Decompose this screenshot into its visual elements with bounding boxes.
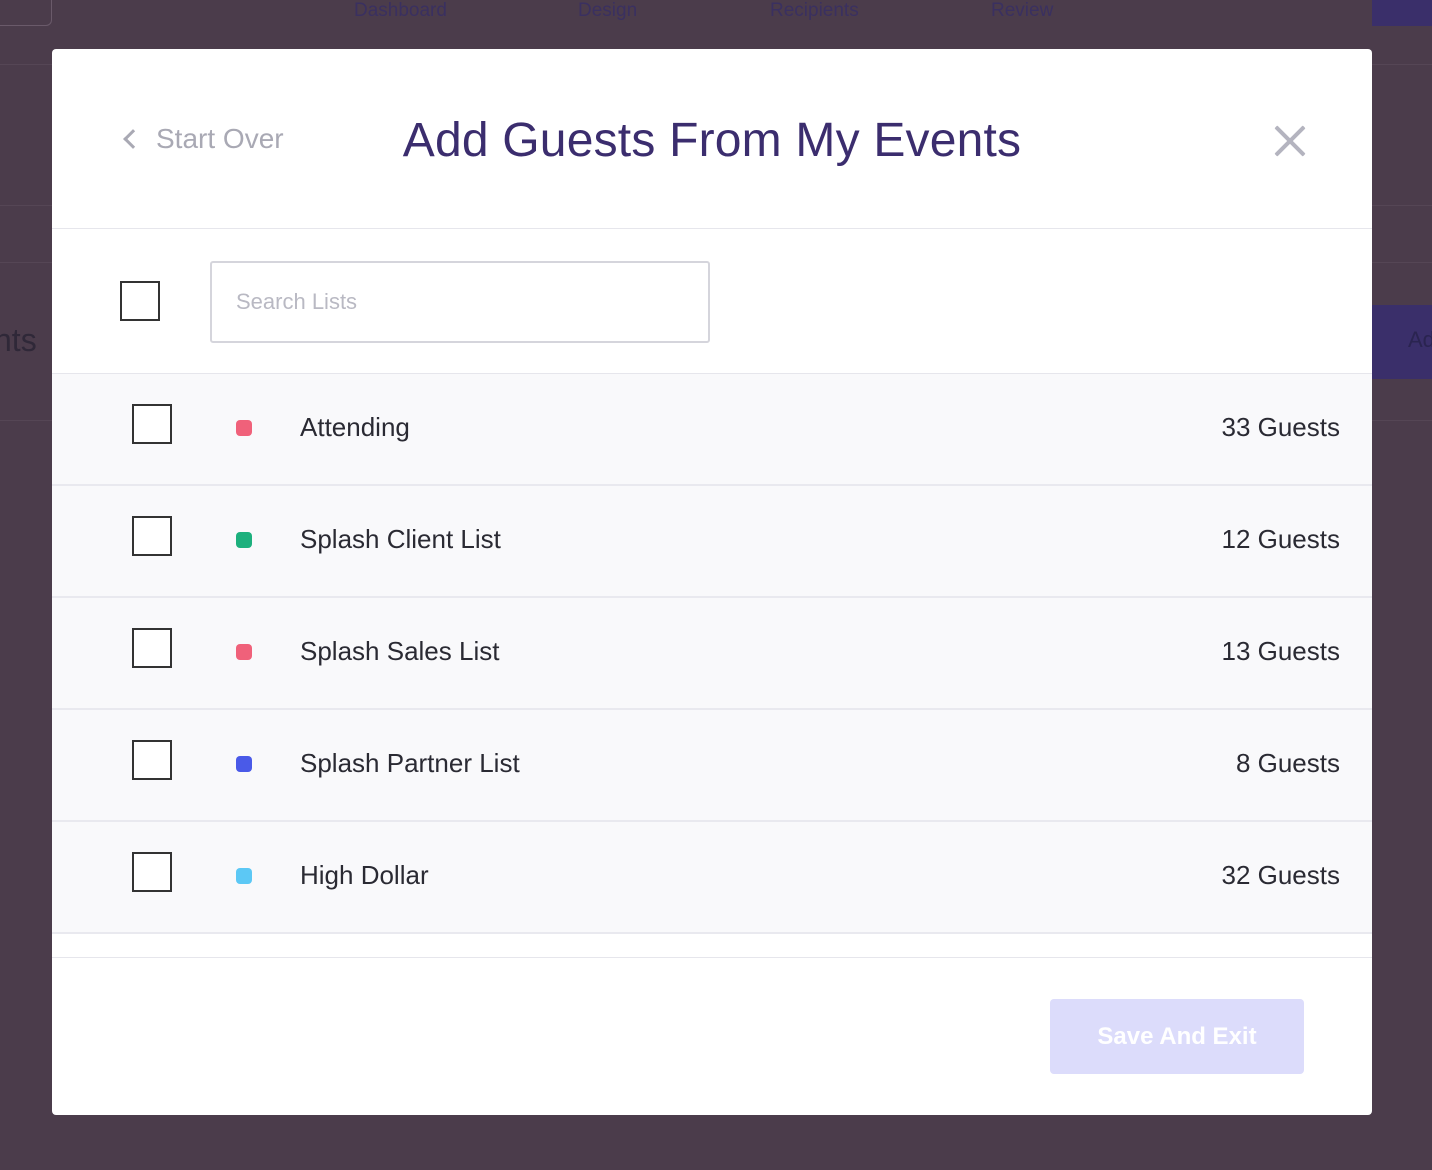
search-input[interactable]: [210, 261, 710, 343]
list-item-name: Splash Sales List: [300, 636, 500, 666]
background-accent: [1372, 0, 1432, 26]
background-step-nav: Dashboard Design Recipients Review: [300, 0, 1160, 24]
list-item-checkbox[interactable]: [132, 404, 172, 444]
add-guests-modal: Start Over Add Guests From My Events Att…: [52, 49, 1372, 1115]
list-item-count: 12 Guests: [1221, 524, 1340, 554]
background-step-recipients: Recipients: [770, 0, 859, 21]
list-item-count: 13 Guests: [1221, 636, 1340, 666]
list-color-dot: [236, 532, 252, 548]
save-and-exit-button[interactable]: Save And Exit: [1050, 999, 1304, 1074]
list-item-checkbox[interactable]: [132, 852, 172, 892]
list-item-checkbox[interactable]: [132, 516, 172, 556]
list-color-dot: [236, 644, 252, 660]
modal-header: Start Over Add Guests From My Events: [52, 49, 1372, 229]
list-item-name: High Dollar: [300, 860, 429, 890]
list-item-checkbox[interactable]: [132, 740, 172, 780]
list-item-count: 8 Guests: [1235, 748, 1340, 778]
background-step-dashboard: Dashboard: [354, 0, 447, 21]
list-item-name: Splash Partner List: [300, 748, 520, 778]
list-item[interactable]: Splash Partner List 8 Guests: [52, 710, 1372, 822]
background-step-design: Design: [578, 0, 638, 21]
list-color-dot: [236, 868, 252, 884]
search-row: [52, 229, 1372, 374]
close-icon[interactable]: [1274, 125, 1306, 157]
list-item-count: 33 Guests: [1221, 412, 1340, 442]
guest-lists: Attending 33 Guests Splash Client List 1…: [52, 374, 1372, 958]
background-step-review: Review: [991, 0, 1054, 21]
list-item[interactable]: High Dollar 32 Guests: [52, 822, 1372, 934]
list-item-checkbox[interactable]: [132, 628, 172, 668]
list-item[interactable]: Splash Client List 12 Guests: [52, 486, 1372, 598]
background-back-button: [0, 0, 52, 26]
list-color-dot: [236, 756, 252, 772]
background-add-button: Ad: [1368, 305, 1432, 379]
list-item[interactable]: Attending 33 Guests: [52, 374, 1372, 486]
list-item-name: Splash Client List: [300, 524, 501, 554]
list-item-name: Attending: [300, 412, 410, 442]
list-color-dot: [236, 420, 252, 436]
list-item-partial: [52, 934, 1372, 958]
list-item-count: 32 Guests: [1221, 860, 1340, 890]
modal-title: Add Guests From My Events: [402, 114, 1022, 167]
list-item[interactable]: Splash Sales List 13 Guests: [52, 598, 1372, 710]
background-heading-fragment: nts: [0, 322, 37, 358]
select-all-checkbox[interactable]: [120, 281, 160, 321]
